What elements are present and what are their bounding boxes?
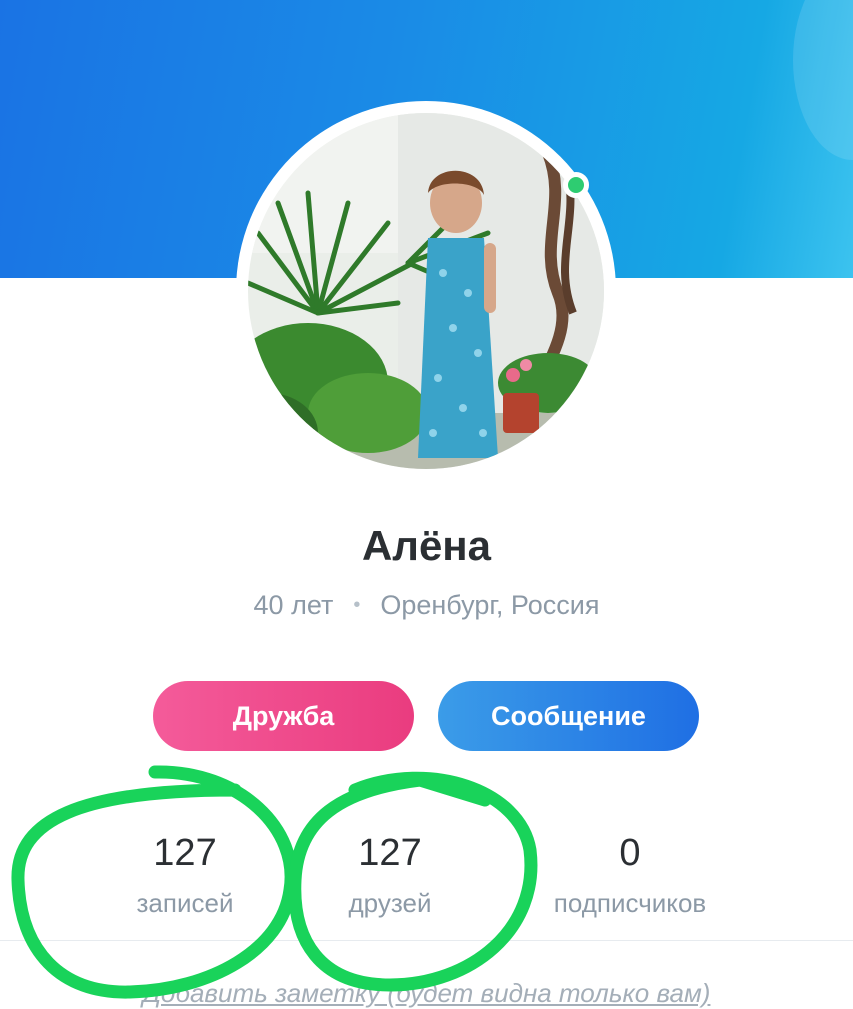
online-status-indicator [563, 172, 589, 198]
stat-friends[interactable]: 127 друзей [270, 830, 510, 919]
avatar[interactable] [248, 113, 604, 469]
stat-posts-value: 127 [153, 832, 217, 874]
profile-name: Алёна [361, 522, 492, 569]
avatar-photo [248, 113, 604, 469]
divider [0, 940, 853, 941]
stat-followers-value: 0 [619, 832, 641, 874]
add-note-link[interactable]: Добавить заметку (будет видна только вам… [0, 978, 853, 1009]
stat-posts[interactable]: 127 записей [65, 830, 305, 919]
meta-separator: • [353, 594, 361, 616]
profile-age: 40 лет [253, 590, 334, 620]
stat-followers[interactable]: 0 подписчиков [510, 830, 750, 919]
profile-location[interactable]: Оренбург, Россия [380, 590, 599, 620]
stat-followers-label: подписчиков [553, 888, 707, 918]
message-button[interactable]: Сообщение [438, 681, 699, 751]
stat-friends-label: друзей [348, 888, 432, 918]
friendship-button[interactable]: Дружба [153, 681, 414, 751]
profile-meta: 40 лет • Оренбург, Россия [0, 590, 853, 621]
stat-friends-value: 127 [358, 832, 422, 874]
avatar-frame [236, 101, 616, 481]
stat-posts-label: записей [136, 888, 234, 918]
